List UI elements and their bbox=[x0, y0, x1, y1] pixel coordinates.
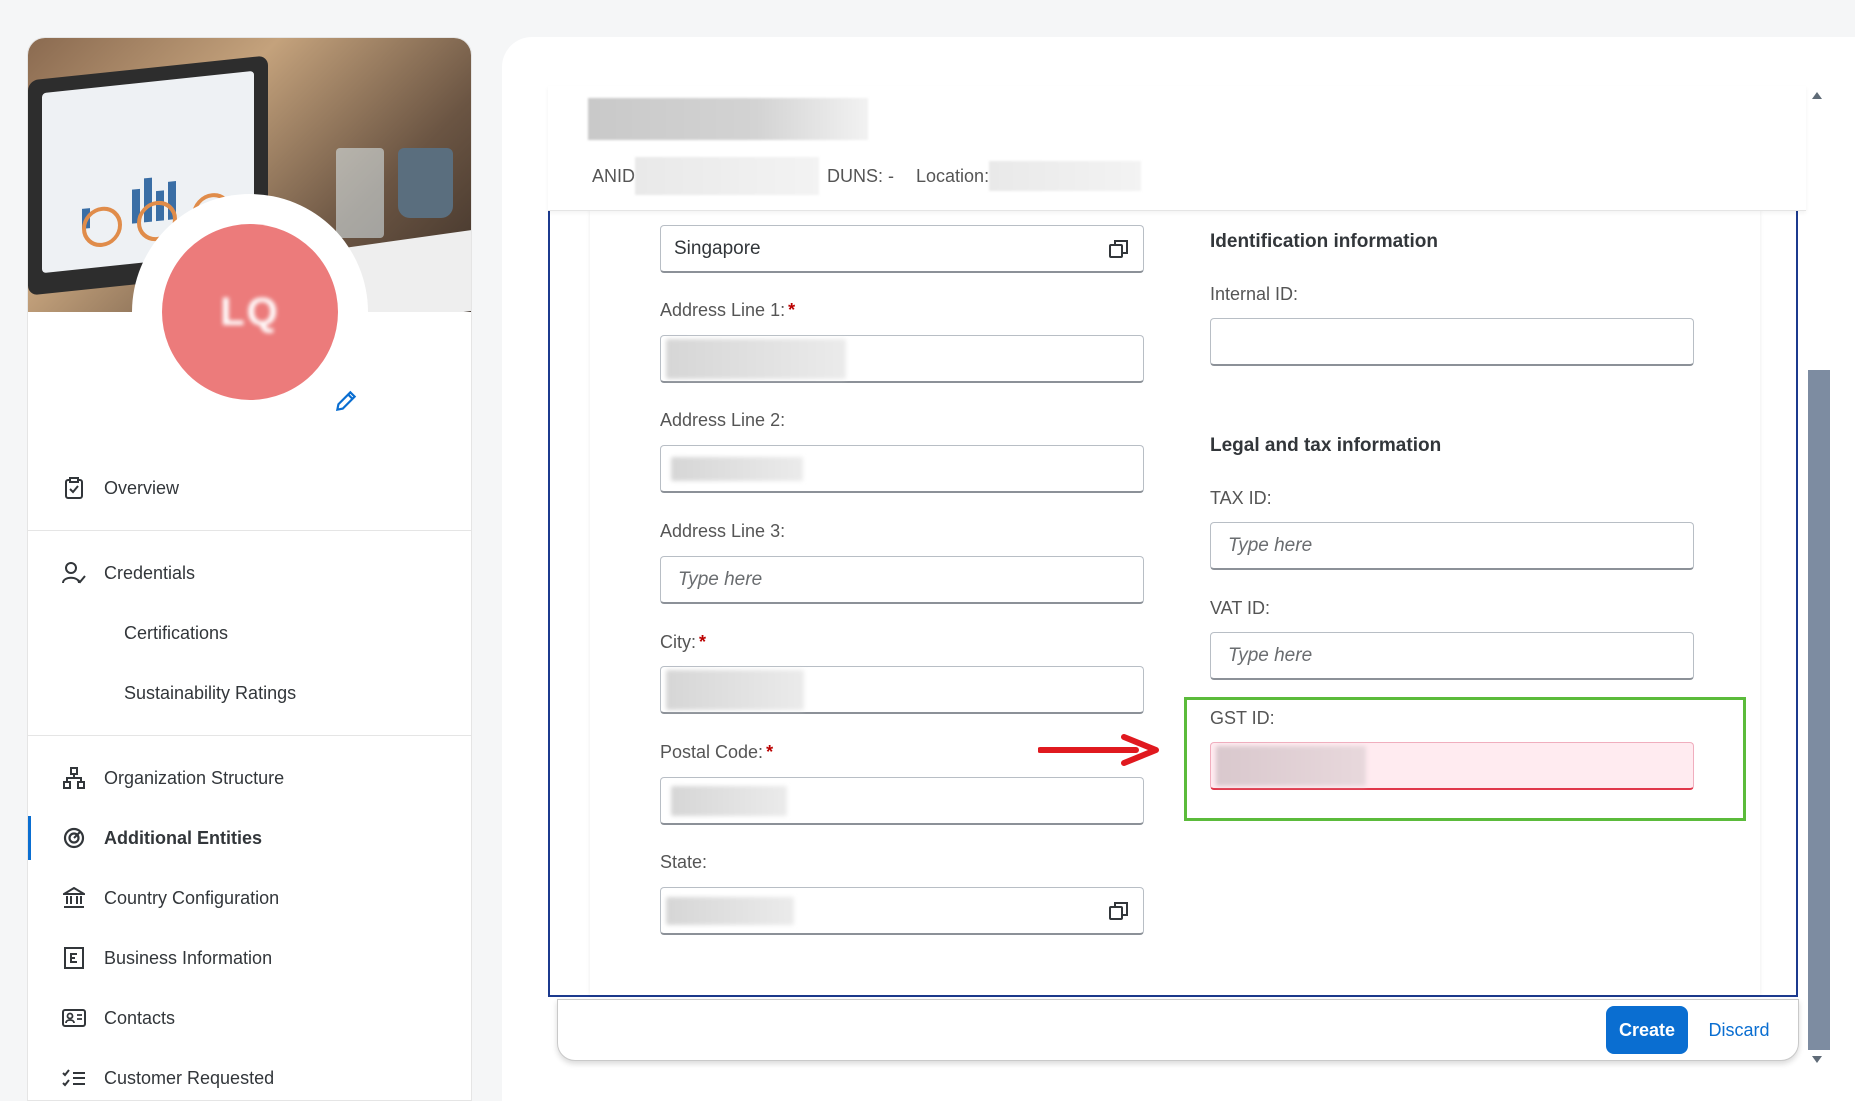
anid-value-redacted bbox=[635, 157, 820, 195]
create-button[interactable]: Create bbox=[1606, 1006, 1688, 1054]
postal-code-label: Postal Code: * bbox=[660, 742, 774, 762]
scroll-up-arrow-icon[interactable] bbox=[1812, 92, 1822, 99]
address1-field[interactable] bbox=[660, 335, 1144, 383]
gst-id-field[interactable] bbox=[1210, 742, 1694, 790]
sidebar-item-contacts[interactable]: Contacts bbox=[28, 988, 471, 1048]
org-chart-icon bbox=[62, 766, 86, 790]
sidebar-item-overview[interactable]: Overview bbox=[28, 458, 471, 518]
discard-button[interactable]: Discard bbox=[1698, 1006, 1780, 1054]
city-value-redacted bbox=[666, 669, 804, 710]
entity-meta: ANID DUNS: - Location: bbox=[592, 156, 1142, 196]
building-card-icon bbox=[62, 946, 86, 970]
scrollbar[interactable] bbox=[1808, 86, 1830, 1076]
contact-card-icon bbox=[62, 1006, 86, 1030]
value-help-icon[interactable] bbox=[1109, 239, 1129, 259]
scroll-down-arrow-icon[interactable] bbox=[1812, 1056, 1822, 1063]
sidebar-item-sustainability-ratings[interactable]: Sustainability Ratings bbox=[28, 663, 471, 723]
sidebar-item-business-information[interactable]: Business Information bbox=[28, 928, 471, 988]
sidebar-item-label: Credentials bbox=[104, 562, 196, 583]
anid-label: ANID bbox=[592, 165, 636, 186]
red-arrow-annotation bbox=[1038, 734, 1159, 766]
form-footer: Create Discard bbox=[557, 999, 1799, 1061]
postal-code-value-redacted bbox=[671, 785, 787, 816]
address3-placeholder: Type here bbox=[678, 568, 763, 590]
vat-id-label: VAT ID: bbox=[1210, 598, 1271, 618]
location-label: Location: bbox=[916, 165, 990, 186]
user-check-icon bbox=[62, 561, 86, 585]
entity-header: ANID DUNS: - Location: bbox=[548, 86, 1806, 211]
clipboard-check-icon bbox=[62, 476, 86, 500]
internal-id-field[interactable] bbox=[1210, 318, 1694, 366]
checklist-icon bbox=[62, 1066, 86, 1090]
country-value: Singapore bbox=[674, 237, 761, 259]
sidebar-item-customer-requested[interactable]: Customer Requested bbox=[28, 1048, 471, 1100]
sidebar-item-label: Overview bbox=[104, 477, 180, 498]
pencil-icon[interactable] bbox=[333, 388, 359, 414]
entity-name-redacted bbox=[588, 98, 868, 140]
avatar-initials: LQ bbox=[220, 289, 280, 334]
form-panel: Singapore Address Line 1: * Address Line … bbox=[590, 210, 1760, 995]
address1-label: Address Line 1: * bbox=[660, 300, 796, 320]
vat-id-field[interactable]: Type here bbox=[1210, 632, 1694, 680]
sidebar-item-label: Sustainability Ratings bbox=[124, 682, 297, 703]
address3-field[interactable]: Type here bbox=[660, 556, 1144, 604]
country-field[interactable]: Singapore bbox=[660, 225, 1144, 273]
internal-id-label: Internal ID: bbox=[1210, 284, 1299, 304]
target-icon bbox=[62, 826, 86, 850]
tax-id-field[interactable]: Type here bbox=[1210, 522, 1694, 570]
sidebar-item-organization-structure[interactable]: Organization Structure bbox=[28, 748, 471, 808]
duns-label: DUNS: - bbox=[827, 165, 895, 186]
tax-id-placeholder: Type here bbox=[1228, 534, 1313, 556]
bank-icon bbox=[62, 886, 86, 910]
address2-label: Address Line 2: bbox=[660, 410, 786, 430]
sidebar-item-label: Business Information bbox=[104, 947, 273, 968]
tax-id-label: TAX ID: bbox=[1210, 488, 1272, 508]
sidebar-item-additional-entities[interactable]: Additional Entities bbox=[28, 808, 471, 868]
sidebar-item-label: Certifications bbox=[124, 622, 229, 643]
divider bbox=[28, 530, 471, 531]
divider bbox=[28, 735, 471, 736]
address1-value-redacted bbox=[666, 338, 846, 379]
sidebar-item-label: Customer Requested bbox=[104, 1067, 275, 1088]
state-label: State: bbox=[660, 852, 708, 872]
sidebar-item-label: Organization Structure bbox=[104, 767, 285, 788]
value-help-icon[interactable] bbox=[1109, 901, 1129, 921]
identification-section-title: Identification information bbox=[1210, 231, 1438, 252]
state-field[interactable] bbox=[660, 887, 1144, 935]
city-field[interactable] bbox=[660, 666, 1144, 714]
sidebar-item-credentials[interactable]: Credentials bbox=[28, 543, 471, 603]
vat-id-placeholder: Type here bbox=[1228, 644, 1313, 666]
postal-code-field[interactable] bbox=[660, 777, 1144, 825]
location-value-redacted bbox=[989, 161, 1142, 191]
scrollbar-thumb[interactable] bbox=[1808, 370, 1830, 1050]
sidebar-nav: Overview Credentials Certifications Sust… bbox=[28, 458, 471, 1100]
address2-value-redacted bbox=[671, 456, 803, 481]
sidebar-item-certifications[interactable]: Certifications bbox=[28, 603, 471, 663]
address3-label: Address Line 3: bbox=[660, 521, 786, 541]
sidebar-item-country-configuration[interactable]: Country Configuration bbox=[28, 868, 471, 928]
gst-id-value-redacted bbox=[1216, 745, 1366, 786]
city-label: City: * bbox=[660, 632, 707, 652]
state-value-redacted bbox=[666, 896, 794, 925]
entity-form: Singapore Address Line 1: * Address Line … bbox=[548, 210, 1798, 997]
sidebar-item-label: Additional Entities bbox=[104, 827, 263, 848]
sidebar-item-label: Country Configuration bbox=[104, 887, 280, 908]
gst-id-label: GST ID: bbox=[1210, 708, 1275, 728]
address2-field[interactable] bbox=[660, 445, 1144, 493]
profile-card: LQ Overview Credentials Certifications S… bbox=[27, 37, 472, 1101]
legal-tax-section-title: Legal and tax information bbox=[1210, 435, 1442, 456]
sidebar-item-label: Contacts bbox=[104, 1007, 176, 1028]
avatar: LQ bbox=[162, 224, 338, 400]
